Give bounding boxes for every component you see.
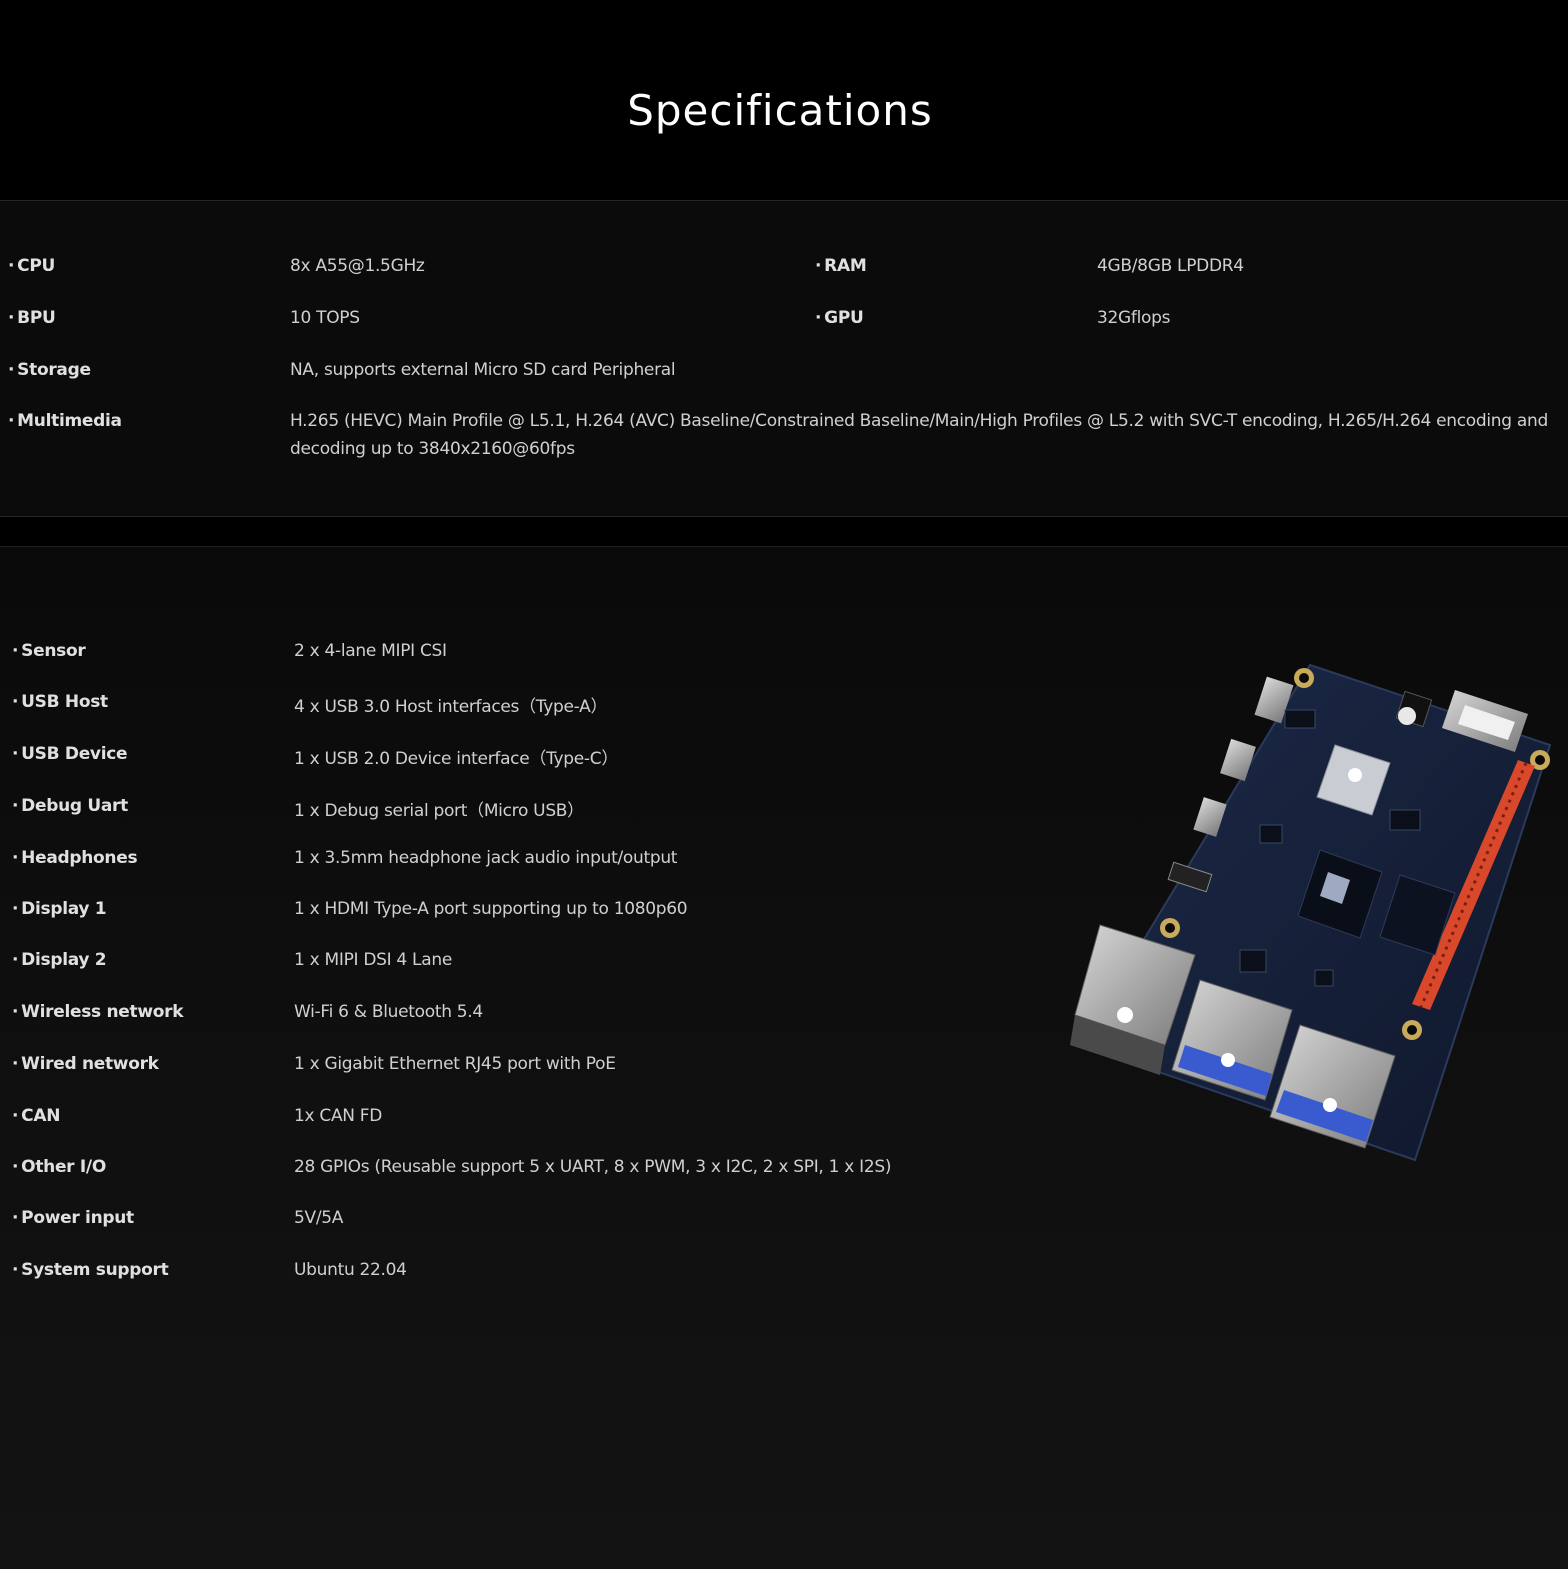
spec-label-usb-host: USB Host	[12, 692, 108, 712]
spec-label-power-input: Power input	[12, 1208, 134, 1228]
spec-value-power-input: 5V/5A	[294, 1208, 344, 1228]
spec-value-cpu: 8x A55@1.5GHz	[290, 256, 425, 276]
spec-value-sensor: 2 x 4-lane MIPI CSI	[294, 641, 447, 661]
development-board-image	[1070, 663, 1552, 1162]
spec-label-other-io: Other I/O	[12, 1157, 106, 1177]
spec-value-usb-host: 4 x USB 3.0 Host interfaces（Type-A）	[294, 697, 608, 717]
spec-value-usb-device: 1 x USB 2.0 Device interface（Type-C）	[294, 749, 619, 769]
spec-label-multimedia: Multimedia	[8, 411, 122, 431]
spec-value-display-1: 1 x HDMI Type-A port supporting up to 10…	[294, 899, 688, 919]
spec-label-headphones: Headphones	[12, 848, 137, 868]
spec-label-sensor: Sensor	[12, 641, 86, 661]
spec-value-multimedia: H.265 (HEVC) Main Profile @ L5.1, H.264 …	[290, 411, 1548, 459]
spec-label-display-2: Display 2	[12, 950, 106, 970]
spec-label-wireless-network: Wireless network	[12, 1002, 183, 1022]
page-title: Specifications	[627, 86, 933, 135]
spec-value-ram: 4GB/8GB LPDDR4	[1097, 256, 1244, 276]
spec-value-debug-uart: 1 x Debug serial port（Micro USB）	[294, 801, 584, 821]
spec-label-system-support: System support	[12, 1260, 169, 1280]
spec-panel-primary	[0, 200, 1568, 517]
spec-value-gpu: 32Gflops	[1097, 308, 1171, 328]
spec-label-cpu: CPU	[8, 256, 55, 276]
spec-value-system-support: Ubuntu 22.04	[294, 1260, 407, 1280]
spec-label-can: CAN	[12, 1106, 60, 1126]
spec-value-storage: NA, supports external Micro SD card Peri…	[290, 360, 676, 380]
spec-value-wired-network: 1 x Gigabit Ethernet RJ45 port with PoE	[294, 1054, 616, 1074]
spec-value-can: 1x CAN FD	[294, 1106, 383, 1126]
spec-label-display-1: Display 1	[12, 899, 106, 919]
spec-label-ram: RAM	[815, 256, 867, 276]
spec-label-wired-network: Wired network	[12, 1054, 159, 1074]
spec-label-bpu: BPU	[8, 308, 56, 328]
spec-value-headphones: 1 x 3.5mm headphone jack audio input/out…	[294, 848, 678, 868]
spec-value-other-io: 28 GPIOs (Reusable support 5 x UART, 8 x…	[294, 1157, 892, 1177]
spec-label-usb-device: USB Device	[12, 744, 127, 764]
spec-label-storage: Storage	[8, 360, 91, 380]
spec-label-debug-uart: Debug Uart	[12, 796, 128, 816]
spec-value-wireless-network: Wi-Fi 6 & Bluetooth 5.4	[294, 1002, 483, 1022]
spec-value-bpu: 10 TOPS	[290, 308, 360, 328]
spec-label-gpu: GPU	[815, 308, 864, 328]
spec-value-display-2: 1 x MIPI DSI 4 Lane	[294, 950, 452, 970]
